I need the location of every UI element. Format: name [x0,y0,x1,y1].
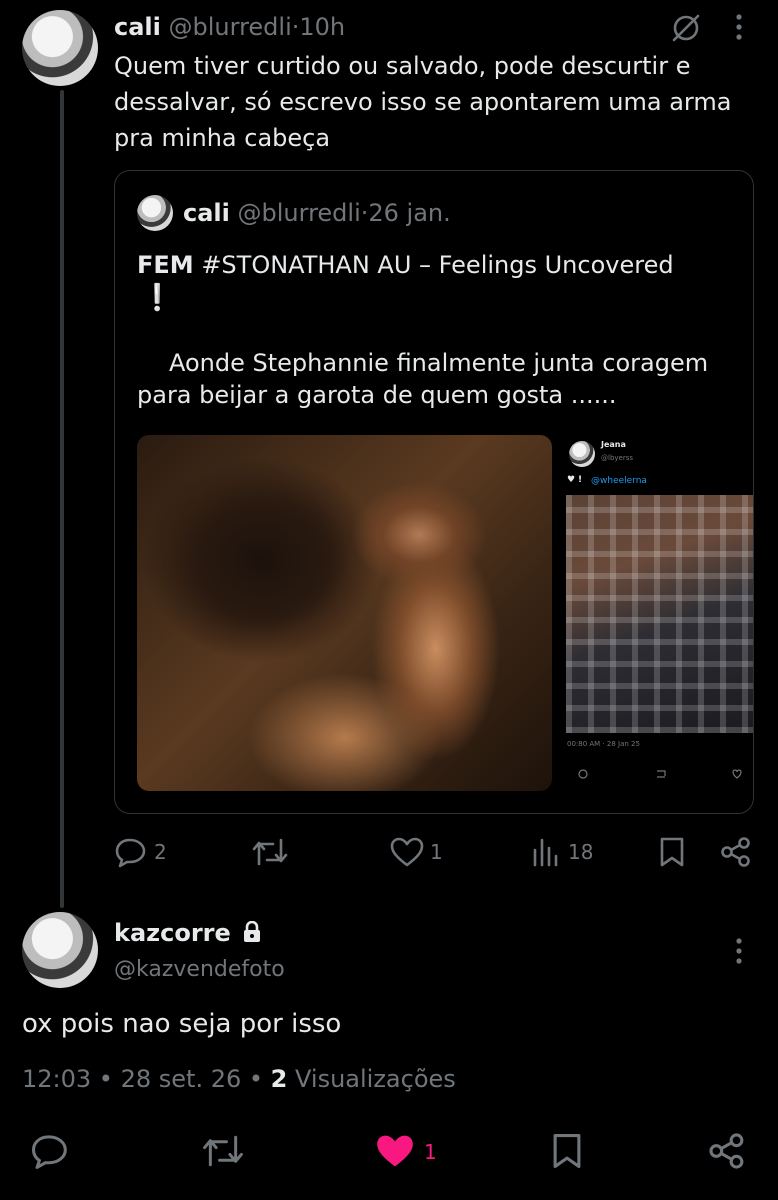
reply-reply-icon[interactable] [30,1132,70,1170]
bookmark-icon[interactable] [658,836,686,868]
embedded-name: Jeana [601,440,626,449]
reply-author-handle[interactable]: @kazvendefoto [114,954,285,986]
quoted-author-avatar [137,195,173,231]
reply-like-icon[interactable] [374,1132,416,1170]
quoted-header: cali @blurredli·26 jan. [183,197,451,229]
tweet-time[interactable]: 10h [299,13,345,41]
reply-more-options-icon[interactable] [732,936,746,966]
like-count: 1 [430,840,443,864]
tweet-header: cali @blurredli·10h [114,10,345,44]
embedded-actions [577,765,747,779]
reply-like-count: 1 [424,1140,437,1164]
quoted-title: FEM #STONATHAN AU – Feelings Uncovered [137,249,737,281]
embedded-mention: @wheelerna [591,476,647,486]
reply-author-avatar[interactable] [22,912,98,988]
more-options-icon[interactable] [732,12,746,42]
quoted-title-rest: #STONATHAN AU – Feelings Uncovered [201,251,674,279]
lock-icon [242,921,262,943]
quoted-tweet[interactable]: cali @blurredli·26 jan. FEM #STONATHAN A… [114,170,754,814]
reply-count: 2 [154,840,167,864]
author-handle[interactable]: @blurredli [169,13,292,41]
reply-author-row: kazcorre [114,916,262,950]
share-icon[interactable] [720,836,752,868]
reply-share-icon[interactable] [708,1132,746,1170]
reply-icon[interactable] [114,836,148,868]
exclamation-icon: ❕ [141,283,174,313]
quoted-body: Aonde Stephannie finalmente junta corage… [137,349,709,409]
author-avatar[interactable] [22,10,98,86]
reply-meta: 12:03 • 28 set. 26 • 2 Visualizações [22,1065,456,1093]
thread-line [60,90,64,908]
like-icon[interactable] [390,836,424,868]
embedded-handle: @lbyerss [601,454,634,462]
grok-icon[interactable] [668,12,704,44]
quoted-author-name: cali [183,199,230,227]
embedded-avatar [569,441,595,467]
views-count: 18 [568,840,594,864]
quoted-photo[interactable] [137,435,552,791]
embedded-photo [566,495,753,733]
reply-text: ox pois nao seja por isso [22,1009,342,1039]
author-name[interactable]: cali [114,13,161,41]
retweet-icon[interactable] [250,836,290,868]
tweet-text: Quem tiver curtido ou salvado, pode desc… [114,52,732,152]
reply-views-label[interactable]: Visualizações [295,1065,456,1093]
embedded-timestamp: 00:80 AM · 28 Jan 25 [567,740,640,748]
embedded-heart-icon: ♥ ! [567,475,583,485]
quoted-author-handle: @blurredli [237,199,361,227]
reply-retweet-icon[interactable] [200,1132,246,1170]
views-icon[interactable] [532,836,560,868]
reply-time[interactable]: 12:03 [22,1065,91,1093]
reply-views-count: 2 [270,1065,288,1093]
reply-author-name[interactable]: kazcorre [114,919,231,947]
quoted-title-bold: FEM [137,251,194,279]
reply-date[interactable]: 28 set. 26 [121,1065,242,1093]
quoted-screenshot[interactable]: Jeana @lbyerss ♥ ! @wheelerna 00:80 AM ·… [563,435,753,791]
reply-bookmark-icon[interactable] [550,1132,584,1170]
quoted-date: 26 jan. [368,199,451,227]
